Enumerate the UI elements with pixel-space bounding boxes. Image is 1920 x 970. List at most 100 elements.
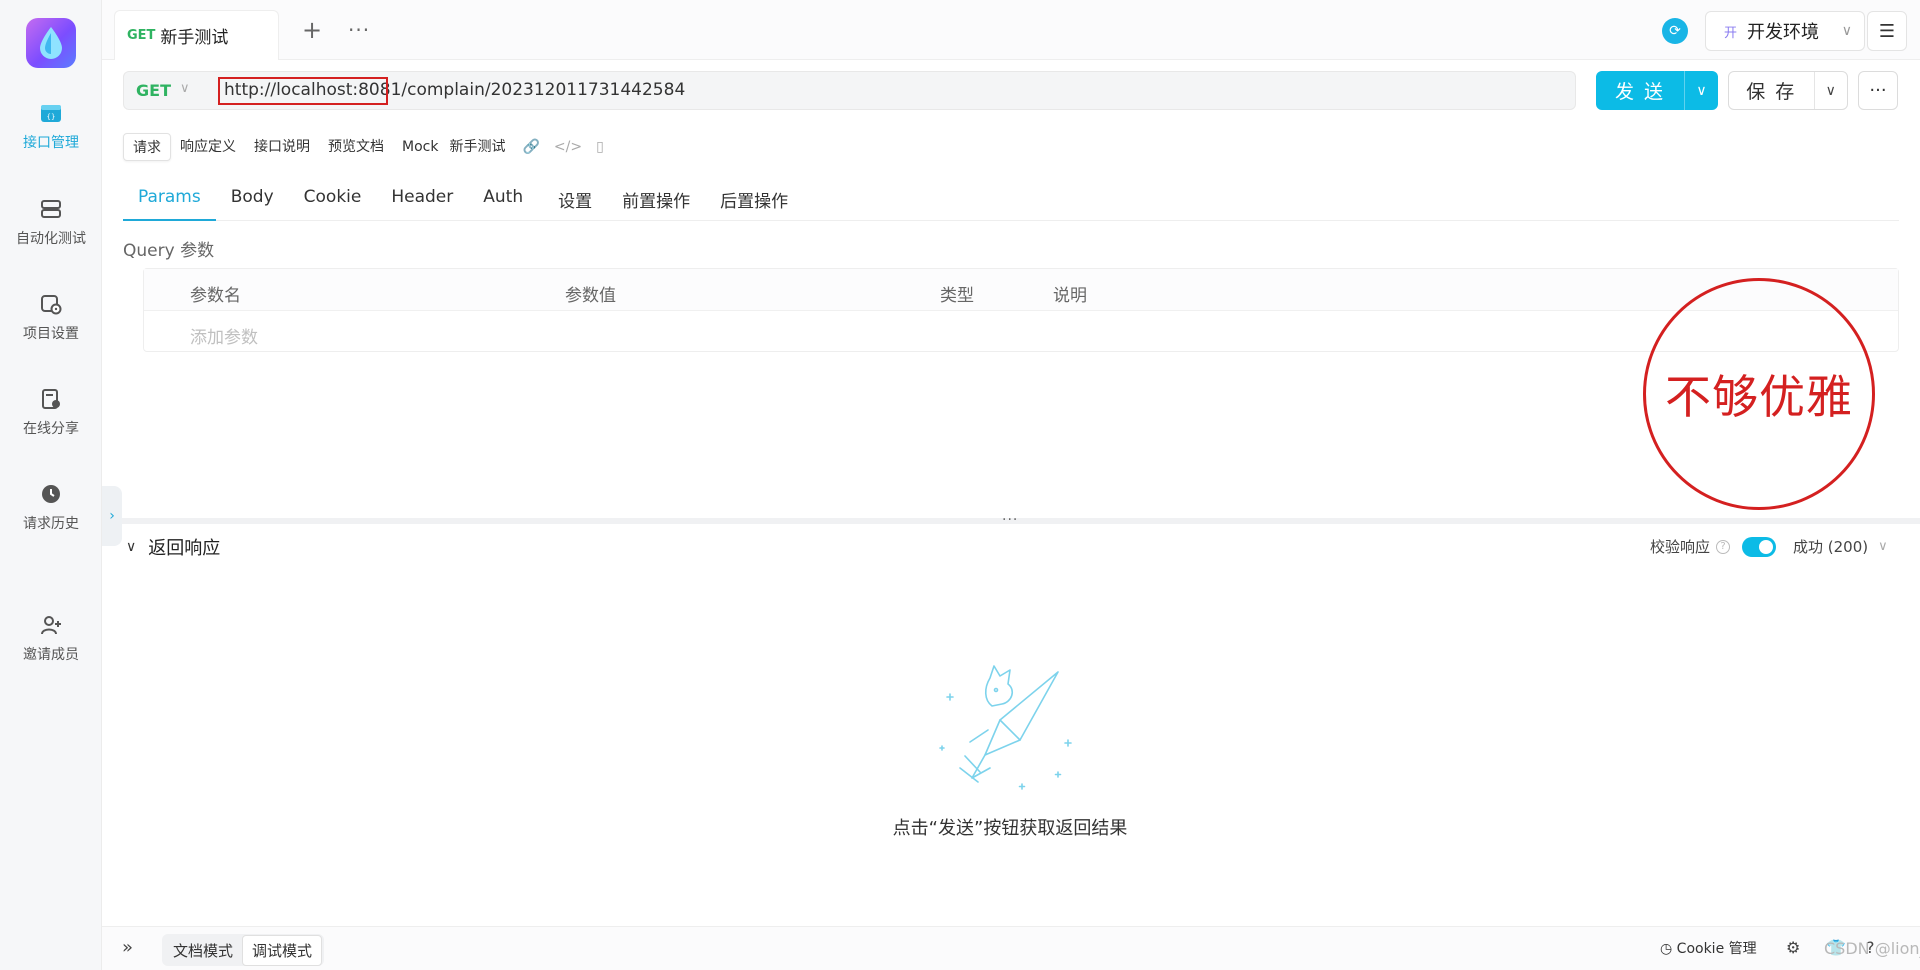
ellipsis-icon: ··· <box>1869 80 1887 101</box>
sidebar-item-label: 项目设置 <box>23 326 79 342</box>
status-bar: » 文档模式 调试模式 ◷ Cookie 管理 ⚙ 👕 ? CSDN @lion… <box>102 926 1920 970</box>
sidebar-item-label: 自动化测试 <box>16 231 86 247</box>
settings-icon[interactable]: ⚙ <box>1786 938 1800 957</box>
tab-params[interactable]: Params <box>123 181 216 221</box>
panel-toggle-icon[interactable]: ▯ <box>596 139 604 155</box>
api-icon: {} <box>38 100 64 126</box>
chevron-down-icon: ∨ <box>1878 539 1888 554</box>
col-param-name: 参数名 <box>190 286 241 306</box>
verify-response: 校验响应 ? <box>1650 536 1777 557</box>
segment-api-name[interactable]: 新手测试 <box>447 133 514 161</box>
segment-mock[interactable]: Mock <box>393 133 447 161</box>
link-icon[interactable]: 🔗 <box>522 139 539 155</box>
send-button[interactable]: 发 送 ∨ <box>1596 71 1718 110</box>
verify-toggle[interactable] <box>1742 536 1777 557</box>
url-host-highlight-box <box>218 77 388 105</box>
params-table-header: 参数名 参数值 类型 说明 <box>144 269 1898 311</box>
cookie-manager-button[interactable]: ◷ Cookie 管理 <box>1660 938 1757 958</box>
sidebar-item-label: 邀请成员 <box>23 647 79 663</box>
chevron-down-icon: ∨ <box>180 81 190 96</box>
chevron-down-icon: ∨ <box>126 539 137 555</box>
method-select[interactable]: GET <box>136 81 171 100</box>
segment-preview-doc[interactable]: 预览文档 <box>319 133 393 161</box>
sync-icon[interactable]: ⟳ <box>1662 18 1688 44</box>
segment-request[interactable]: 请求 <box>123 133 171 161</box>
server-stack-icon <box>38 196 64 222</box>
mode-debug[interactable]: 调试模式 <box>242 934 323 966</box>
status-label: 成功 (200) <box>1793 538 1869 556</box>
drag-handle-icon[interactable]: ··· <box>1002 512 1018 528</box>
send-label: 发 送 <box>1614 81 1666 103</box>
segment-response-def[interactable]: 响应定义 <box>171 133 245 161</box>
tab-body[interactable]: Body <box>216 181 289 221</box>
menu-button[interactable]: ☰ <box>1867 11 1907 51</box>
tab-bar: GET 新手测试 + ··· ⟳ 开 开发环境 ∨ ☰ <box>102 0 1920 60</box>
param-tabs: Params Body Cookie Header Auth 设置 前置操作 后… <box>123 181 1899 221</box>
tab-post-ops[interactable]: 后置操作 <box>705 181 803 221</box>
empty-response-hint: 点击“发送”按钮获取返回结果 <box>892 818 1128 839</box>
sidebar-item-history[interactable]: 请求历史 <box>0 481 102 533</box>
double-chevron-right-icon[interactable]: » <box>122 937 133 958</box>
query-params-label: Query 参数 <box>123 241 215 261</box>
request-segments: 请求 响应定义 接口说明 预览文档 Mock 新手测试 🔗 </> ▯ <box>123 132 604 162</box>
sidebar-item-automation[interactable]: 自动化测试 <box>0 196 102 248</box>
more-tabs-button[interactable]: ··· <box>348 18 370 42</box>
watermark: CSDN @lion_no_back <box>1824 939 1920 958</box>
cookie-label: Cookie 管理 <box>1676 941 1757 957</box>
env-prefix: 开 <box>1724 25 1738 41</box>
sidebar-item-label: 在线分享 <box>23 421 79 437</box>
annotation-stamp: 不够优雅 <box>1643 278 1875 510</box>
code-icon[interactable]: </> <box>554 139 582 155</box>
tab-auth[interactable]: Auth <box>468 181 538 221</box>
water-drop-icon <box>40 27 62 59</box>
app-window: {} 接口管理 自动化测试 项目设置 在线分享 请求历史 邀请成员 › GET … <box>0 0 1920 970</box>
environment-selector[interactable]: 开 开发环境 ∨ <box>1705 11 1865 51</box>
tab-settings[interactable]: 设置 <box>538 181 607 221</box>
history-clock-icon <box>38 481 64 507</box>
add-param-input[interactable]: 添加参数 <box>190 323 258 348</box>
col-param-desc: 说明 <box>1053 286 1087 306</box>
sidebar-item-api[interactable]: {} 接口管理 <box>0 100 102 152</box>
response-header[interactable]: ∨ 返回响应 <box>126 534 220 560</box>
share-doc-icon <box>38 386 64 412</box>
segment-api-desc[interactable]: 接口说明 <box>245 133 319 161</box>
col-param-type: 类型 <box>940 286 974 306</box>
verify-label: 校验响应 <box>1650 538 1711 556</box>
app-logo <box>26 18 76 68</box>
tab-cookie[interactable]: Cookie <box>289 181 377 221</box>
hamburger-icon: ☰ <box>1878 20 1896 42</box>
response-title: 返回响应 <box>148 538 221 559</box>
panel-splitter[interactable]: ··· <box>122 512 1920 528</box>
segment-tool-icons: 🔗 </> ▯ <box>522 139 603 155</box>
mode-doc[interactable]: 文档模式 <box>164 936 242 965</box>
invite-user-icon <box>38 612 64 638</box>
send-dropdown-icon[interactable]: ∨ <box>1684 71 1718 110</box>
col-param-value: 参数值 <box>565 286 616 306</box>
chevron-right-icon: › <box>109 508 115 524</box>
mode-switch: 文档模式 调试模式 <box>162 934 325 966</box>
sidebar-item-invite[interactable]: 邀请成员 <box>0 612 102 664</box>
help-icon[interactable]: ? <box>1716 539 1731 554</box>
rocket-fox-illustration <box>939 665 1072 790</box>
sidebar-item-share[interactable]: 在线分享 <box>0 386 102 438</box>
tab-method: GET <box>127 28 156 43</box>
save-dropdown-icon[interactable]: ∨ <box>1813 72 1847 109</box>
response-status-select[interactable]: 成功 (200) ∨ <box>1793 536 1888 557</box>
cookie-icon: ◷ <box>1660 941 1677 957</box>
sidebar-expand-toggle[interactable]: › <box>102 486 122 546</box>
params-table: 参数名 参数值 类型 说明 添加参数 <box>143 268 1899 352</box>
env-name: 开发环境 <box>1747 22 1820 43</box>
sidebar-item-project-settings[interactable]: 项目设置 <box>0 291 102 343</box>
request-tab[interactable]: GET 新手测试 <box>114 10 279 60</box>
save-button[interactable]: 保 存 ∨ <box>1728 71 1848 110</box>
more-actions-button[interactable]: ··· <box>1858 71 1898 110</box>
sidebar-item-label: 接口管理 <box>23 135 79 151</box>
tab-pre-ops[interactable]: 前置操作 <box>607 181 705 221</box>
tab-title: 新手测试 <box>160 28 229 48</box>
svg-text:{}: {} <box>47 113 56 121</box>
project-settings-icon <box>38 291 64 317</box>
add-tab-button[interactable]: + <box>302 18 322 42</box>
chevron-down-icon: ∨ <box>1841 23 1852 39</box>
tab-header[interactable]: Header <box>376 181 468 221</box>
sidebar-item-label: 请求历史 <box>23 516 79 532</box>
